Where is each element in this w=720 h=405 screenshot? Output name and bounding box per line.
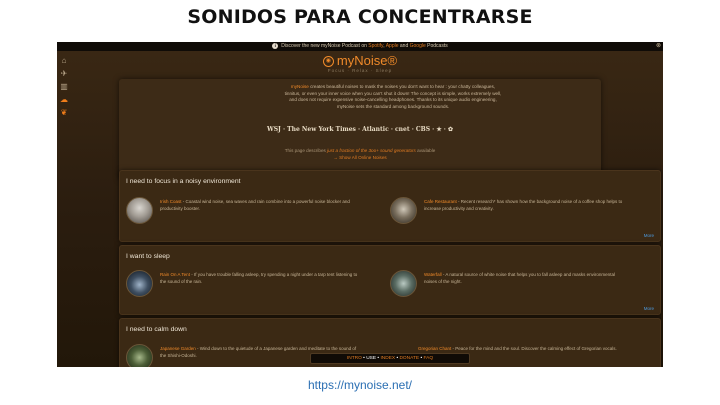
apple-link[interactable]: Apple: [386, 43, 399, 49]
sound-text: - Peace for the mind and the soul. Disco…: [451, 346, 617, 351]
cafe-restaurant-thumbnail[interactable]: [390, 197, 417, 224]
brand-name: myNoise: [336, 53, 388, 68]
brand-reg: ®: [387, 53, 398, 68]
intro-body: creates beautiful noises to mask the noi…: [284, 84, 502, 109]
sound-desc: Cafe Restaurant - Recent research* has s…: [424, 199, 624, 212]
section-heading: I need to focus in a noisy environment: [126, 178, 241, 185]
bottom-nav: INTRO • USE • INDEX • DONATE • FAQ: [310, 353, 470, 364]
intro-panel: myNoise creates beautiful noises to mask…: [119, 79, 601, 180]
nav-intro[interactable]: INTRO: [347, 356, 362, 361]
podcast-banner: i Discover the new myNoise Podcast on Spo…: [57, 42, 663, 51]
sound-name[interactable]: Rain On A Tent: [160, 272, 190, 277]
section-heading: I want to sleep: [126, 253, 170, 260]
sound-name[interactable]: Waterfall: [424, 272, 442, 277]
press-logos: WSJ · The New York Times · Atlantic · cn…: [266, 126, 453, 133]
slide-title: SONIDOS PARA CONCENTRARSE: [187, 6, 533, 28]
irish-coast-thumbnail[interactable]: [126, 197, 153, 224]
sound-desc: Waterfall - A natural source of white no…: [424, 272, 624, 285]
intro-text: myNoise creates beautiful noises to mask…: [283, 84, 503, 110]
banner-and: and: [398, 43, 410, 49]
nav-index[interactable]: INDEX: [380, 356, 395, 361]
brand-tagline: Focus · Relax · Sleep: [327, 68, 393, 73]
nav-use[interactable]: USE: [366, 356, 376, 361]
waterfall-thumbnail[interactable]: [390, 270, 417, 297]
sound-name[interactable]: Cafe Restaurant: [424, 199, 457, 204]
sound-desc: Irish Coast - Coastal wind noise, sea wa…: [160, 199, 360, 212]
note-after: available: [415, 148, 436, 153]
mynoise-logo[interactable]: ◉ myNoise®: [57, 53, 663, 68]
more-link[interactable]: More: [644, 233, 654, 238]
sound-name[interactable]: Irish Coast: [160, 199, 182, 204]
banner-podcasts: Podcasts: [425, 43, 448, 49]
brand-header: ◉ myNoise® Focus · Relax · Sleep: [57, 53, 663, 73]
section-heading: I need to calm down: [126, 326, 187, 333]
section-sleep: I want to sleep Rain On A Tent - If you …: [119, 245, 661, 315]
sound-text: - If you have trouble falling asleep, tr…: [160, 272, 358, 284]
banner-text: Discover the new myNoise Podcast on: [281, 43, 369, 49]
intro-brand: myNoise: [290, 84, 309, 89]
logo-mark-icon: ◉: [322, 56, 334, 68]
google-link[interactable]: Google: [410, 43, 426, 49]
info-icon: i: [272, 42, 279, 49]
sound-name[interactable]: Japanese Garden: [160, 346, 196, 351]
generator-note: This page describes just a fraction of t…: [57, 148, 663, 161]
sound-desc: Gregorian Chant - Peace for the mind and…: [418, 346, 618, 353]
section-focus: I need to focus in a noisy environment I…: [119, 170, 661, 242]
cloud-icon[interactable]: ☁: [59, 95, 69, 105]
note-highlight: just a fraction of the 3oo+ sound genera…: [327, 148, 416, 153]
sound-text: - Coastal wind noise, sea waves and rain…: [160, 199, 350, 211]
spotify-link[interactable]: Spotify: [368, 43, 383, 49]
nav-donate[interactable]: DONATE: [399, 356, 419, 361]
mynoise-screenshot: i Discover the new myNoise Podcast on Spo…: [57, 42, 663, 367]
show-all-link[interactable]: → Show All Online Noises: [57, 155, 663, 162]
nav-faq[interactable]: FAQ: [423, 356, 433, 361]
books-icon[interactable]: ▥: [59, 82, 69, 92]
more-link[interactable]: More: [644, 306, 654, 311]
leaf-icon[interactable]: ❦: [59, 108, 69, 118]
rain-on-a-tent-thumbnail[interactable]: [126, 270, 153, 297]
sound-name[interactable]: Gregorian Chant: [418, 346, 451, 351]
sound-text: - A natural source of white noise that h…: [424, 272, 615, 284]
source-url[interactable]: https://mynoise.net/: [0, 378, 720, 392]
close-icon[interactable]: ⊗: [656, 42, 661, 51]
sound-desc: Rain On A Tent - If you have trouble fal…: [160, 272, 360, 285]
japanese-garden-thumbnail[interactable]: [126, 344, 153, 367]
note-before: This page describes: [284, 148, 328, 153]
